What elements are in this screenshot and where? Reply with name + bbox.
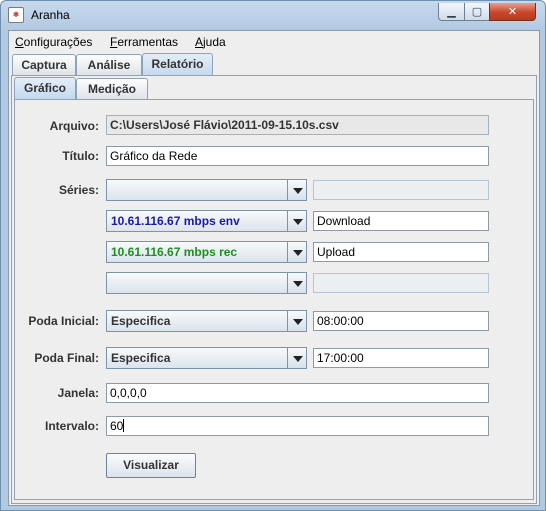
series-2-selected: 10.61.116.67 mbps env xyxy=(111,214,240,228)
intervalo-value: 60 xyxy=(110,419,124,433)
poda-final-selected: Especifica xyxy=(111,351,171,365)
visualizar-button[interactable]: Visualizar xyxy=(106,453,196,478)
poda-final-select[interactable]: Especifica xyxy=(106,347,307,369)
titulo-label: Título: xyxy=(62,149,99,163)
menu-mnemonic: A xyxy=(195,35,204,49)
main-tab-strip: Captura Análise Relatório xyxy=(9,53,539,76)
series-3-select[interactable]: 10.61.116.67 mbps rec xyxy=(106,241,307,263)
chevron-down-icon[interactable] xyxy=(287,211,306,231)
poda-final-time-input[interactable]: 17:00:00 xyxy=(313,348,489,368)
janela-label: Janela: xyxy=(57,386,99,400)
application-window: ✱ Aranha ▁ ▢ ✕ Configurações Ferramentas… xyxy=(0,0,546,511)
maximize-icon: ▢ xyxy=(471,5,483,18)
series-3-selected: 10.61.116.67 mbps rec xyxy=(111,245,238,259)
series-2-select[interactable]: 10.61.116.67 mbps env xyxy=(106,210,307,232)
close-button[interactable]: ✕ xyxy=(489,3,536,21)
grafico-panel: Arquivo: C:\Users\José Flávio\2011-09-15… xyxy=(14,99,534,500)
poda-inicial-label: Poda Inicial: xyxy=(28,314,99,328)
window-title: Aranha xyxy=(31,8,70,22)
arquivo-label: Arquivo: xyxy=(49,119,99,133)
tab-captura[interactable]: Captura xyxy=(12,54,76,75)
series-1-name-input xyxy=(313,180,489,200)
poda-inicial-selected: Especifica xyxy=(111,314,171,328)
menu-configuracoes[interactable]: Configurações xyxy=(15,35,92,49)
menu-mnemonic: C xyxy=(15,35,24,49)
text-caret xyxy=(123,419,125,432)
poda-inicial-select[interactable]: Especifica xyxy=(106,310,307,332)
janela-input[interactable]: 0,0,0,0 xyxy=(106,383,489,403)
poda-final-label: Poda Final: xyxy=(34,351,99,365)
report-tab-strip: Gráfico Medição xyxy=(12,77,536,100)
tab-grafico[interactable]: Gráfico xyxy=(14,77,76,99)
poda-inicial-time-input[interactable]: 08:00:00 xyxy=(313,311,489,331)
intervalo-label: Intervalo: xyxy=(44,419,99,433)
series-label: Séries: xyxy=(58,183,99,197)
menu-ferramentas[interactable]: Ferramentas xyxy=(110,35,178,49)
relatorio-panel: Gráfico Medição Arquivo: C:\Users\José F… xyxy=(11,75,537,504)
tab-relatorio[interactable]: Relatório xyxy=(142,53,213,76)
chevron-down-icon[interactable] xyxy=(287,273,306,293)
chevron-down-icon[interactable] xyxy=(287,180,306,200)
menu-label: onfigurações xyxy=(23,35,93,49)
menu-bar: Configurações Ferramentas Ajuda xyxy=(9,31,539,53)
series-4-name-input xyxy=(313,273,489,293)
arquivo-field: C:\Users\José Flávio\2011-09-15.10s.csv xyxy=(106,115,489,135)
chevron-down-icon[interactable] xyxy=(287,348,306,368)
tab-medicao[interactable]: Medição xyxy=(76,78,148,99)
maximize-button[interactable]: ▢ xyxy=(464,3,490,21)
chevron-down-icon[interactable] xyxy=(287,242,306,262)
title-bar[interactable]: ✱ Aranha ▁ ▢ ✕ xyxy=(1,1,545,29)
menu-ajuda[interactable]: Ajuda xyxy=(195,35,226,49)
titulo-input[interactable]: Gráfico da Rede xyxy=(106,146,489,166)
minimize-button[interactable]: ▁ xyxy=(438,3,465,21)
tab-analise[interactable]: Análise xyxy=(76,54,142,75)
series-2-name-input[interactable]: Download xyxy=(313,211,489,231)
menu-label: erramentas xyxy=(117,35,179,49)
series-3-name-input[interactable]: Upload xyxy=(313,242,489,262)
window-client-area: Configurações Ferramentas Ajuda Captura … xyxy=(8,30,540,506)
minimize-icon: ▁ xyxy=(447,5,456,18)
series-4-select[interactable] xyxy=(106,272,307,294)
spider-app-icon: ✱ xyxy=(8,7,24,23)
intervalo-input[interactable]: 60 xyxy=(106,416,489,436)
menu-label: juda xyxy=(203,35,226,49)
close-icon: ✕ xyxy=(507,5,518,18)
series-1-select[interactable] xyxy=(106,179,307,201)
chevron-down-icon[interactable] xyxy=(287,311,306,331)
